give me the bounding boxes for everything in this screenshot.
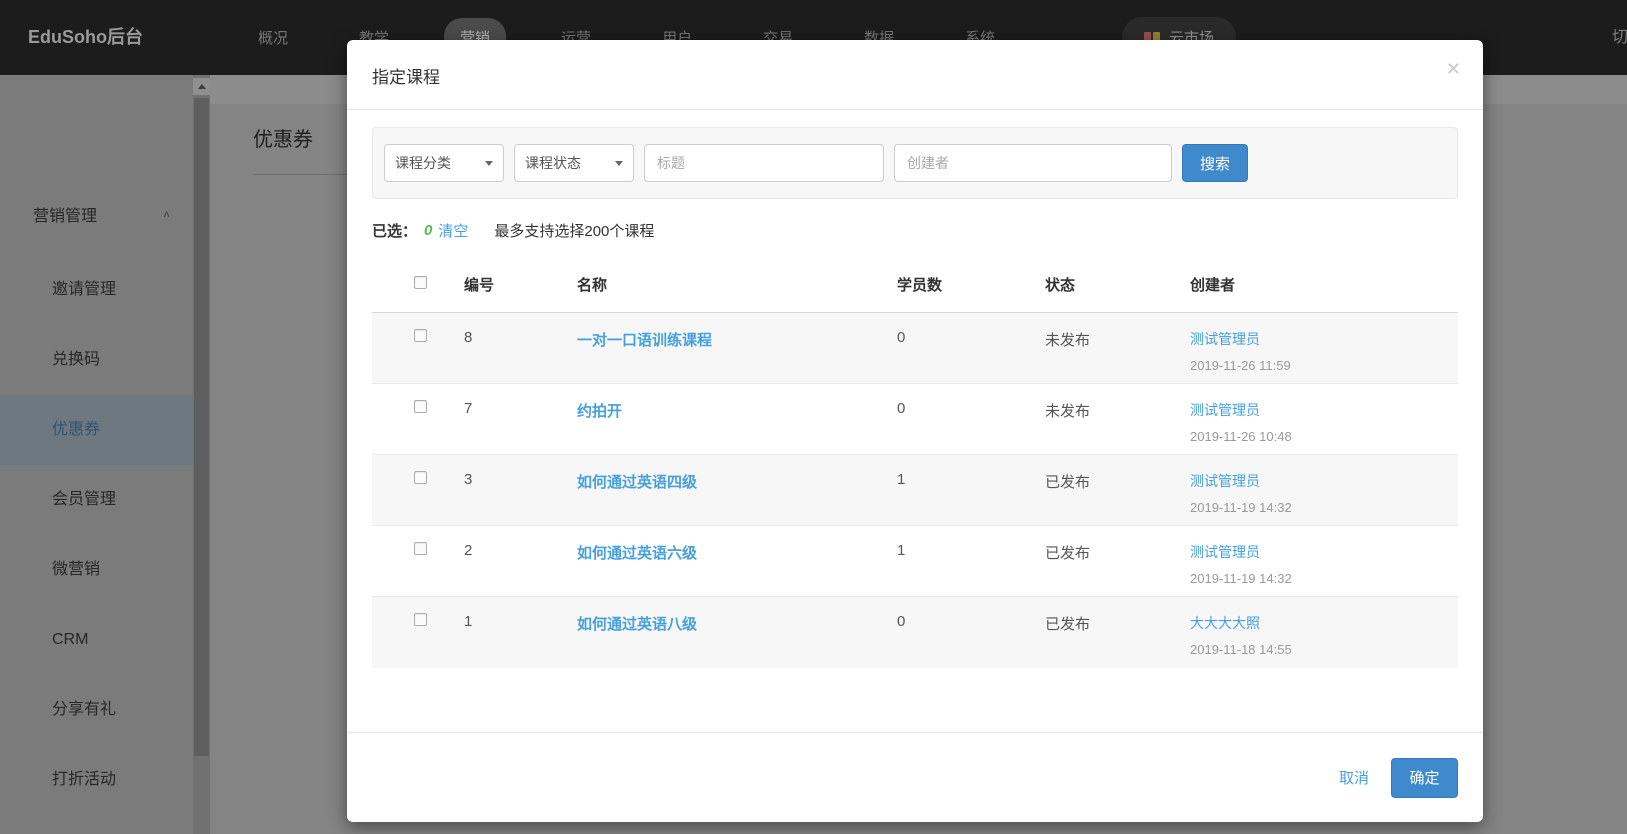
course-id: 1 <box>452 597 565 668</box>
caret-down-icon <box>485 161 493 166</box>
course-name-link[interactable]: 如何通过英语四级 <box>577 474 697 491</box>
app-logo: EduSoho后台 <box>28 0 143 75</box>
nav-right-partial-text[interactable]: 切 <box>1612 0 1627 75</box>
course-name-link[interactable]: 约拍开 <box>577 403 622 420</box>
creator-link[interactable]: 大大大大照 <box>1190 615 1260 631</box>
row-checkbox[interactable] <box>414 613 427 626</box>
sidebar: 营销管理 ∧ 邀请管理兑换码优惠券会员管理微营销CRM分享有礼打折活动学习卡 <box>0 75 193 834</box>
sidebar-item[interactable]: 打折活动 <box>0 745 193 815</box>
course-id: 3 <box>452 455 565 526</box>
scrollbar-up-arrow-icon[interactable] <box>193 78 210 95</box>
sidebar-item[interactable]: 优惠券 <box>0 395 193 465</box>
sidebar-item[interactable]: 兑换码 <box>0 325 193 395</box>
table-header-row: 编号 名称 学员数 状态 创建者 <box>372 254 1458 313</box>
search-button[interactable]: 搜索 <box>1182 144 1248 182</box>
course-table: 编号 名称 学员数 状态 创建者 8 一对一口语训练课程 0 未发布 测试管理员… <box>372 254 1458 668</box>
student-count: 0 <box>885 313 1033 384</box>
modal-header: 指定课程 ✕ <box>347 40 1483 110</box>
sidebar-item[interactable]: 分享有礼 <box>0 675 193 745</box>
column-header-name: 名称 <box>565 254 885 313</box>
table-row: 1 如何通过英语八级 0 已发布 大大大大照 2019-11-18 14:55 <box>372 597 1458 668</box>
column-header-status: 状态 <box>1033 254 1178 313</box>
status-label: 已发布 <box>1033 455 1178 526</box>
creator-search-input[interactable] <box>894 144 1172 182</box>
course-status-select-value: 课程状态 <box>525 153 581 173</box>
cancel-button[interactable]: 取消 <box>1339 767 1369 788</box>
status-label: 已发布 <box>1033 526 1178 597</box>
clear-selection-link[interactable]: 清空 <box>438 220 468 241</box>
sidebar-group-marketing[interactable]: 营销管理 ∧ <box>33 189 171 239</box>
course-name-link[interactable]: 如何通过英语八级 <box>577 616 697 633</box>
page-title: 优惠券 <box>253 123 313 152</box>
row-checkbox[interactable] <box>414 471 427 484</box>
row-checkbox[interactable] <box>414 400 427 413</box>
student-count: 1 <box>885 526 1033 597</box>
course-name-link[interactable]: 如何通过英语六级 <box>577 545 697 562</box>
sidebar-group-label: 营销管理 <box>33 202 97 226</box>
scrollbar-thumb[interactable] <box>194 98 209 756</box>
selection-summary: 已选： 0 清空 最多支持选择200个课程 <box>372 220 1458 241</box>
row-checkbox[interactable] <box>414 542 427 555</box>
status-label: 已发布 <box>1033 597 1178 668</box>
nav-item[interactable]: 概况 <box>242 18 304 57</box>
caret-down-icon <box>615 161 623 166</box>
course-name-link[interactable]: 一对一口语训练课程 <box>577 332 712 349</box>
created-date: 2019-11-19 14:32 <box>1190 500 1458 515</box>
status-label: 未发布 <box>1033 313 1178 384</box>
sidebar-item[interactable]: CRM <box>0 605 193 675</box>
created-date: 2019-11-18 14:55 <box>1190 642 1458 657</box>
table-row: 3 如何通过英语四级 1 已发布 测试管理员 2019-11-19 14:32 <box>372 455 1458 526</box>
course-status-select[interactable]: 课程状态 <box>514 144 634 182</box>
created-date: 2019-11-26 11:59 <box>1190 358 1458 373</box>
column-header-students: 学员数 <box>885 254 1033 313</box>
status-label: 未发布 <box>1033 384 1178 455</box>
sidebar-scrollbar[interactable] <box>193 75 210 834</box>
selection-limit-note: 最多支持选择200个课程 <box>494 220 654 241</box>
course-category-select[interactable]: 课程分类 <box>384 144 504 182</box>
student-count: 1 <box>885 455 1033 526</box>
course-id: 7 <box>452 384 565 455</box>
column-header-id: 编号 <box>452 254 565 313</box>
selected-count: 0 <box>424 222 432 239</box>
student-count: 0 <box>885 384 1033 455</box>
modal-title: 指定课程 <box>372 63 440 88</box>
sidebar-menu: 邀请管理兑换码优惠券会员管理微营销CRM分享有礼打折活动学习卡 <box>0 255 193 834</box>
creator-link[interactable]: 测试管理员 <box>1190 331 1260 347</box>
creator-link[interactable]: 测试管理员 <box>1190 473 1260 489</box>
table-row: 2 如何通过英语六级 1 已发布 测试管理员 2019-11-19 14:32 <box>372 526 1458 597</box>
close-icon[interactable]: ✕ <box>1446 60 1461 78</box>
created-date: 2019-11-26 10:48 <box>1190 429 1458 444</box>
course-category-select-value: 课程分类 <box>395 153 451 173</box>
created-date: 2019-11-19 14:32 <box>1190 571 1458 586</box>
table-row: 7 约拍开 0 未发布 测试管理员 2019-11-26 10:48 <box>372 384 1458 455</box>
chevron-up-icon: ∧ <box>162 208 171 219</box>
student-count: 0 <box>885 597 1033 668</box>
sidebar-item[interactable]: 会员管理 <box>0 465 193 535</box>
confirm-button[interactable]: 确定 <box>1391 758 1458 798</box>
filter-panel: 课程分类 课程状态 搜索 <box>372 127 1458 199</box>
column-header-creator: 创建者 <box>1178 254 1458 313</box>
row-checkbox[interactable] <box>414 329 427 342</box>
selected-label: 已选： <box>372 220 417 241</box>
creator-link[interactable]: 测试管理员 <box>1190 544 1260 560</box>
modal-footer: 取消 确定 <box>347 732 1483 822</box>
creator-link[interactable]: 测试管理员 <box>1190 402 1260 418</box>
table-row: 8 一对一口语训练课程 0 未发布 测试管理员 2019-11-26 11:59 <box>372 313 1458 384</box>
select-all-checkbox[interactable] <box>414 276 427 289</box>
title-search-input[interactable] <box>644 144 884 182</box>
course-id: 2 <box>452 526 565 597</box>
sidebar-item[interactable]: 邀请管理 <box>0 255 193 325</box>
course-id: 8 <box>452 313 565 384</box>
assign-course-modal: 指定课程 ✕ 课程分类 课程状态 搜索 已选： 0 清空 最多支持选择200个课… <box>347 40 1483 822</box>
sidebar-item[interactable]: 学习卡 <box>0 815 193 834</box>
sidebar-item[interactable]: 微营销 <box>0 535 193 605</box>
modal-body: 课程分类 课程状态 搜索 已选： 0 清空 最多支持选择200个课程 编号 <box>347 110 1483 668</box>
